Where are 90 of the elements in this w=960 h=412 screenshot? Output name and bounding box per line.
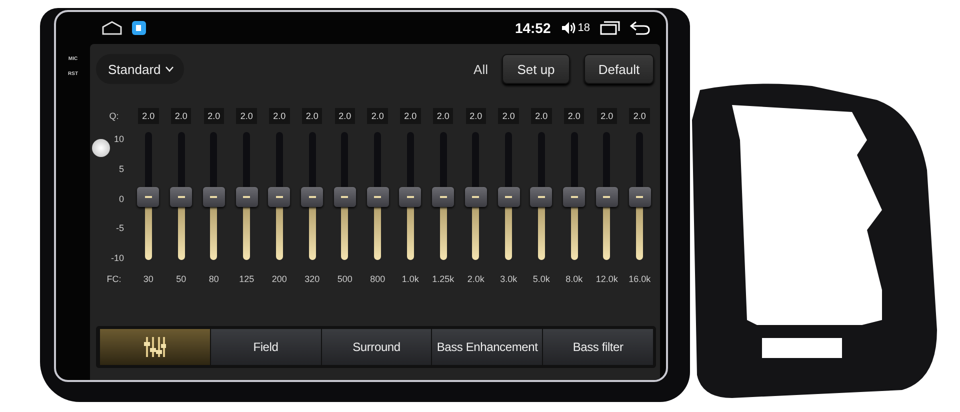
q-value[interactable]: 2.0 bbox=[367, 108, 388, 124]
frequency-label: 125 bbox=[238, 274, 256, 284]
eq-slider[interactable] bbox=[236, 132, 258, 262]
frequency-label: 50 bbox=[175, 274, 188, 284]
eq-slider[interactable] bbox=[530, 132, 552, 262]
axis-label: -5 bbox=[116, 224, 124, 234]
frequency-label: 200 bbox=[270, 274, 288, 284]
tab[interactable] bbox=[99, 329, 210, 365]
frequency-label: 8.0k bbox=[564, 274, 584, 284]
floating-button[interactable] bbox=[92, 139, 110, 157]
q-value[interactable]: 2.0 bbox=[138, 108, 159, 124]
axis-label: 0 bbox=[118, 194, 124, 204]
volume-level: 18 bbox=[578, 22, 590, 34]
tab[interactable]: Surround bbox=[320, 329, 432, 365]
q-value[interactable]: 2.0 bbox=[629, 108, 650, 124]
slider-thumb[interactable] bbox=[137, 187, 160, 207]
frequency-label: 500 bbox=[336, 274, 354, 284]
eq-slider[interactable] bbox=[301, 132, 324, 262]
slider-thumb[interactable] bbox=[596, 187, 618, 207]
equalizer-icon bbox=[144, 335, 166, 359]
q-value[interactable]: 2.0 bbox=[269, 108, 290, 124]
axis-label: -10 bbox=[110, 254, 124, 263]
q-value[interactable]: 2.0 bbox=[170, 108, 192, 124]
eq-slider[interactable] bbox=[268, 132, 290, 262]
q-label: Q: bbox=[108, 111, 120, 121]
eq-slider[interactable] bbox=[596, 132, 618, 262]
frequency-label: 12.0k bbox=[594, 274, 619, 284]
frequency-label: 80 bbox=[208, 274, 220, 284]
tab[interactable]: Field bbox=[210, 329, 321, 365]
axis-label: 5 bbox=[118, 164, 124, 174]
q-value[interactable]: 2.0 bbox=[432, 108, 454, 124]
slider-thumb[interactable] bbox=[399, 187, 422, 207]
slider-thumb[interactable] bbox=[498, 187, 520, 207]
home-icon[interactable] bbox=[102, 21, 122, 35]
slider-thumb[interactable] bbox=[301, 187, 324, 207]
frequency-label: 30 bbox=[142, 274, 154, 284]
frequency-label: 1.0k bbox=[400, 274, 420, 284]
q-value[interactable]: 2.0 bbox=[400, 108, 421, 124]
frequency-label: 5.0k bbox=[532, 274, 551, 284]
frequency-label: 1.25k bbox=[431, 274, 456, 284]
q-value[interactable]: 2.0 bbox=[596, 108, 618, 124]
frequency-label: 800 bbox=[369, 274, 386, 284]
q-value[interactable]: 2.0 bbox=[334, 108, 356, 124]
eq-slider[interactable] bbox=[628, 132, 651, 262]
volume-icon[interactable] bbox=[560, 21, 576, 35]
eq-slider[interactable] bbox=[464, 132, 487, 262]
frequency-label: 3.0k bbox=[499, 274, 518, 284]
eq-slider[interactable] bbox=[432, 132, 454, 262]
slider-thumb[interactable] bbox=[236, 187, 258, 207]
recent-apps-icon[interactable] bbox=[600, 21, 620, 35]
eq-slider[interactable] bbox=[498, 132, 520, 262]
back-icon[interactable] bbox=[630, 21, 650, 35]
slider-thumb[interactable] bbox=[464, 187, 487, 207]
chevron-icon bbox=[164, 66, 174, 72]
fc-label: FC: bbox=[106, 274, 122, 284]
q-value[interactable]: 2.0 bbox=[531, 108, 552, 124]
q-value[interactable]: 2.0 bbox=[204, 108, 224, 124]
eq-slider[interactable] bbox=[170, 132, 192, 262]
eq-slider[interactable] bbox=[137, 132, 160, 262]
tab[interactable]: Bass Enhancement bbox=[431, 329, 542, 365]
slider-thumb[interactable] bbox=[563, 187, 586, 207]
clock: 14:52 bbox=[514, 20, 551, 36]
eq-slider[interactable] bbox=[399, 132, 422, 262]
slider-thumb[interactable] bbox=[366, 187, 389, 207]
slider-thumb[interactable] bbox=[268, 187, 290, 207]
q-value[interactable]: 2.0 bbox=[236, 108, 257, 124]
slider-thumb[interactable] bbox=[170, 187, 192, 207]
tab[interactable]: Bass filter bbox=[542, 329, 653, 365]
axis-label: 10 bbox=[114, 135, 124, 144]
q-value[interactable]: 2.0 bbox=[302, 108, 322, 124]
q-value[interactable]: 2.0 bbox=[498, 108, 519, 124]
slider-thumb[interactable] bbox=[530, 187, 552, 207]
frequency-label: 320 bbox=[304, 274, 321, 284]
app-icon[interactable] bbox=[132, 21, 146, 35]
toolbar-button[interactable]: Default bbox=[584, 54, 654, 84]
frequency-label: 16.0k bbox=[628, 274, 652, 284]
slider-thumb[interactable] bbox=[432, 187, 454, 207]
eq-slider[interactable] bbox=[334, 132, 356, 262]
slider-thumb[interactable] bbox=[628, 187, 651, 207]
frequency-label: 2.0k bbox=[466, 274, 486, 284]
all-label[interactable]: All bbox=[474, 62, 488, 76]
eq-slider[interactable] bbox=[202, 132, 225, 262]
eq-slider[interactable] bbox=[563, 132, 586, 262]
slider-thumb[interactable] bbox=[202, 187, 225, 207]
q-value[interactable]: 2.0 bbox=[466, 108, 486, 124]
toolbar-button[interactable]: Set up bbox=[502, 54, 570, 84]
eq-slider[interactable] bbox=[366, 132, 389, 262]
preset-dropdown[interactable]: Standard bbox=[96, 54, 184, 84]
slider-thumb[interactable] bbox=[334, 187, 356, 207]
q-value[interactable]: 2.0 bbox=[564, 108, 584, 124]
